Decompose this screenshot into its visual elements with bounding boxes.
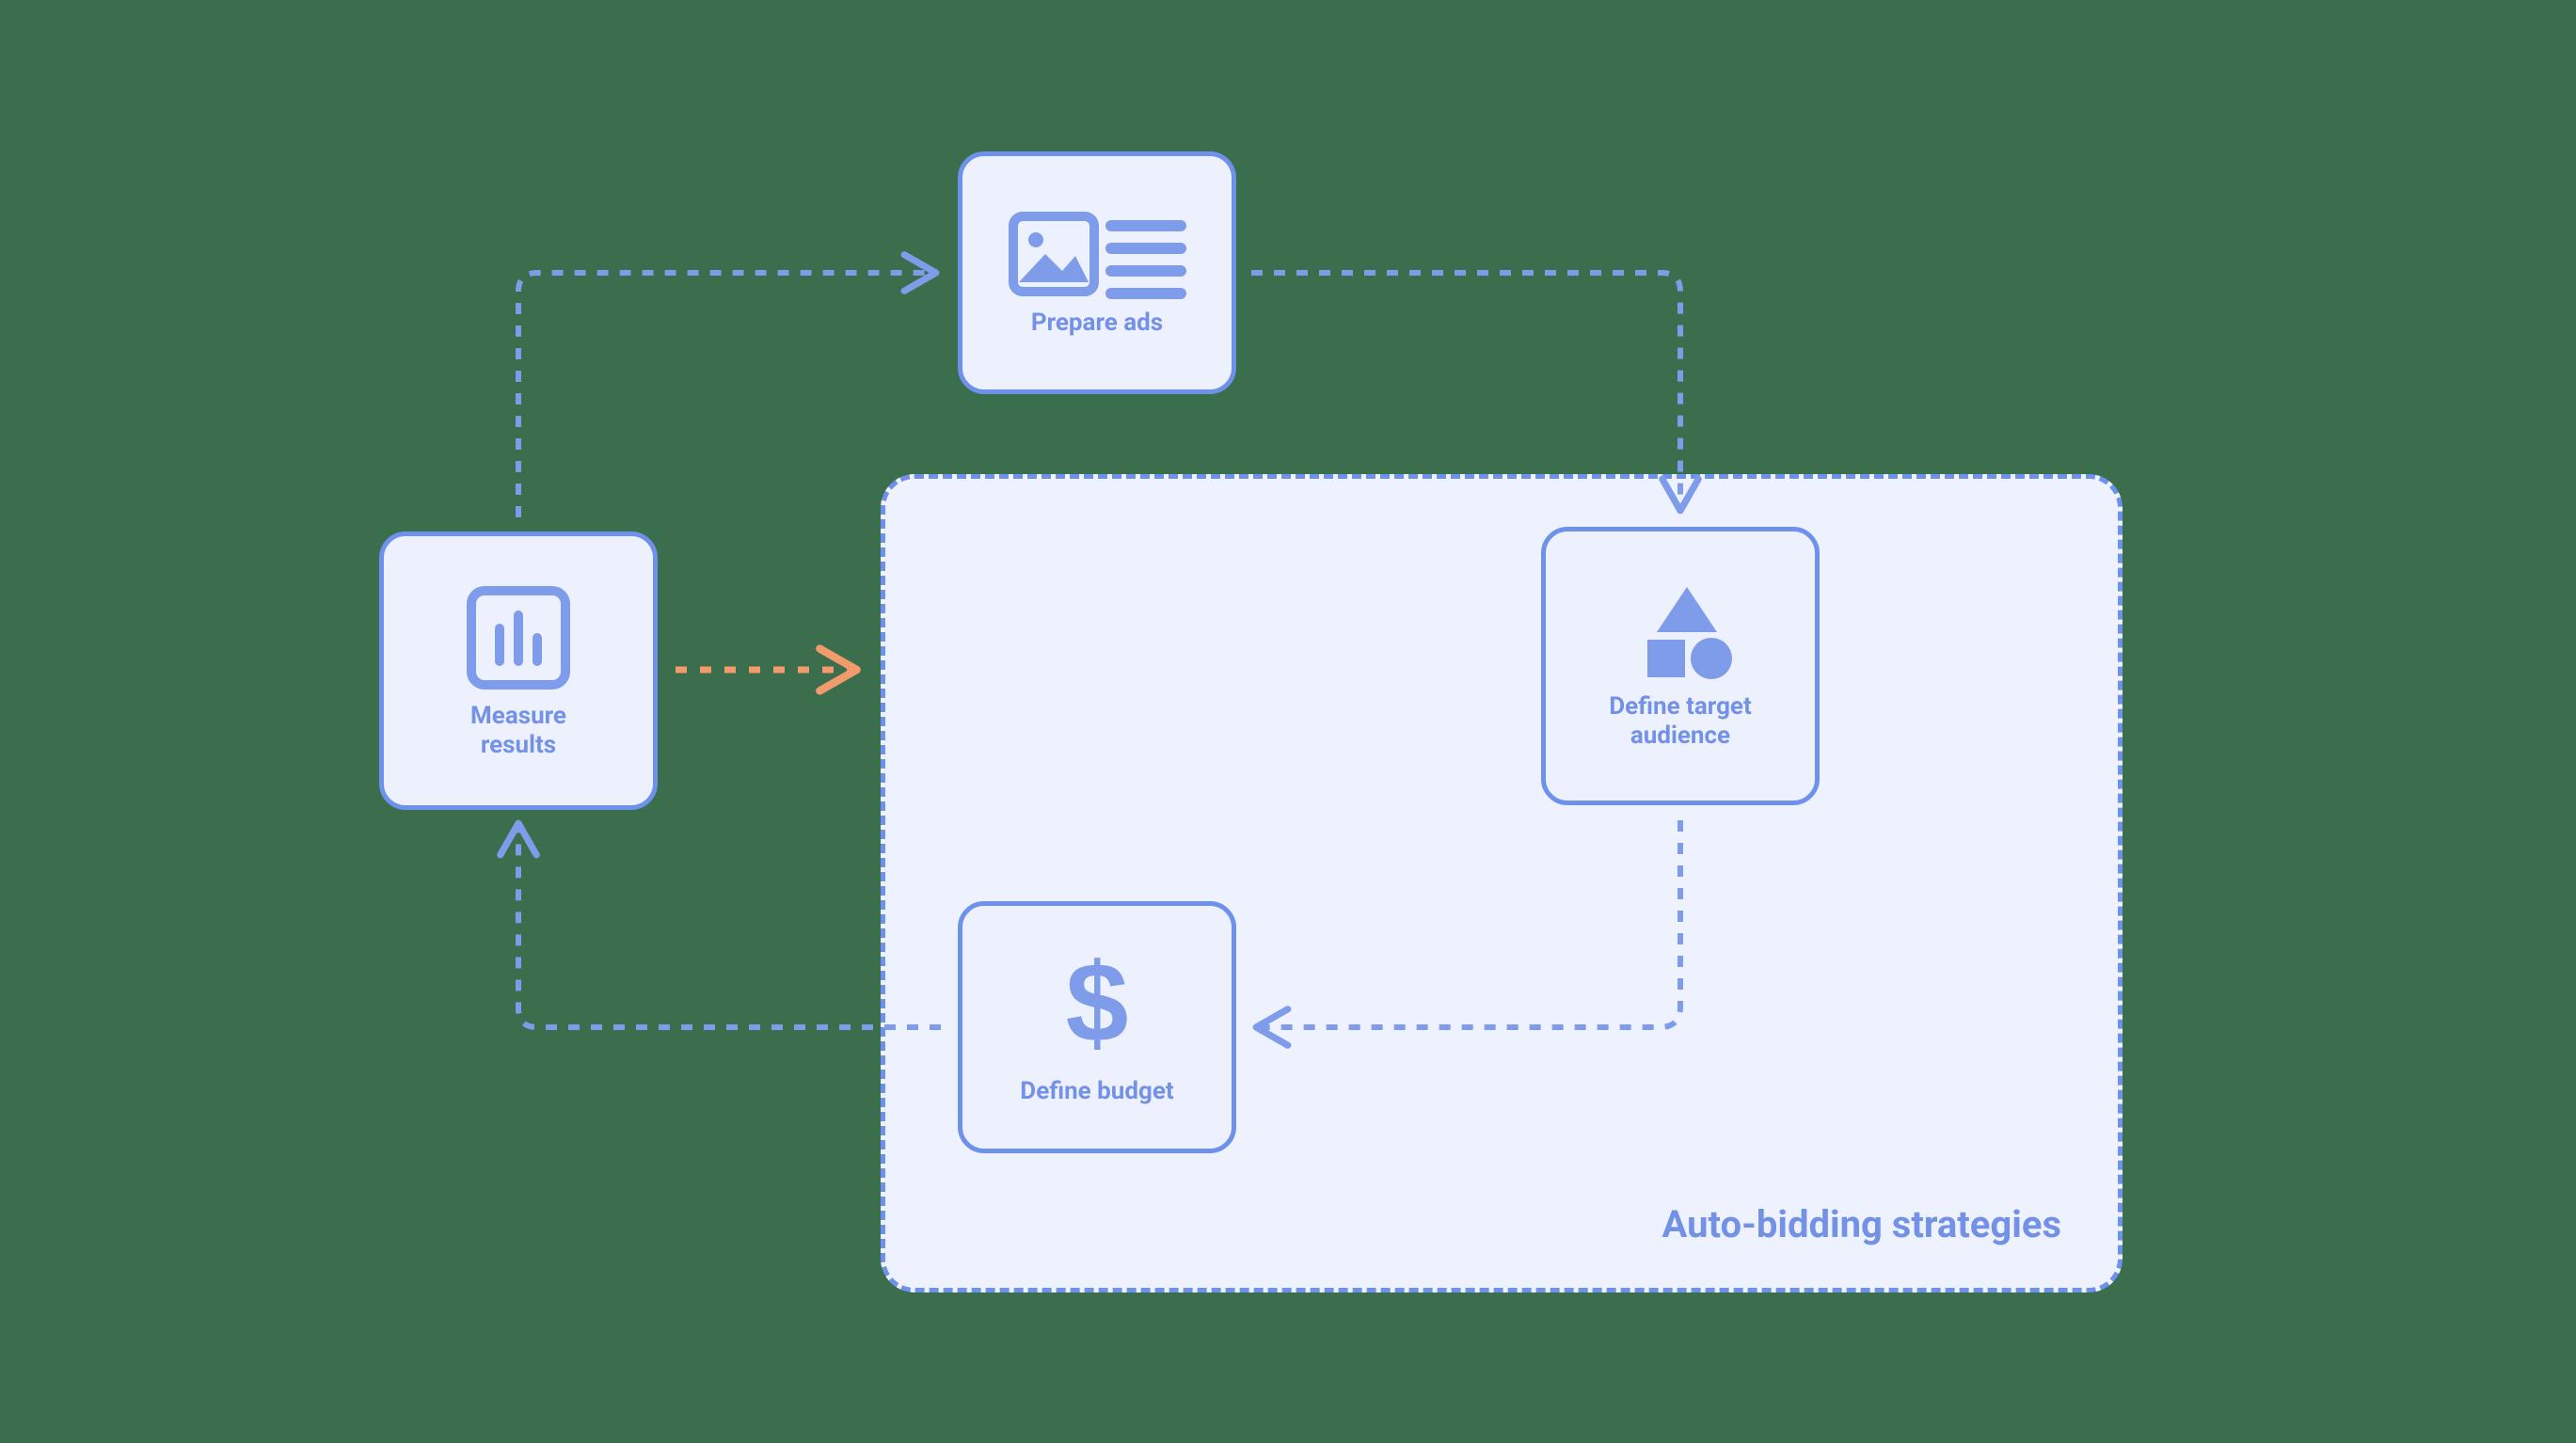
group-label: Auto-bidding strategies xyxy=(1662,1202,2061,1246)
node-measure-results: Measure results xyxy=(379,531,658,810)
node-define-target-audience: Define target audience xyxy=(1541,527,1820,805)
node-label: Define budget xyxy=(1020,1077,1173,1106)
bar-chart-icon xyxy=(462,581,575,694)
node-define-budget: $ Define budget xyxy=(958,901,1236,1153)
node-label: Prepare ads xyxy=(1031,309,1163,338)
group-auto-bidding: Auto-bidding strategies xyxy=(881,474,2123,1292)
node-label: Measure results xyxy=(470,702,566,760)
shapes-icon xyxy=(1619,581,1741,685)
dollar-icon: $ xyxy=(1055,947,1139,1070)
svg-text:$: $ xyxy=(1066,947,1129,1066)
connector-prepare-to-audience xyxy=(1251,273,1680,506)
diagram-canvas: Auto-bidding strategies Measure results xyxy=(0,0,2576,1443)
node-label: Define target audience xyxy=(1609,692,1752,751)
connector-budget-to-measure xyxy=(518,828,941,1027)
node-prepare-ads: Prepare ads xyxy=(958,151,1236,394)
connector-measure-to-prepare xyxy=(518,273,931,517)
image-lines-icon xyxy=(1008,207,1186,301)
